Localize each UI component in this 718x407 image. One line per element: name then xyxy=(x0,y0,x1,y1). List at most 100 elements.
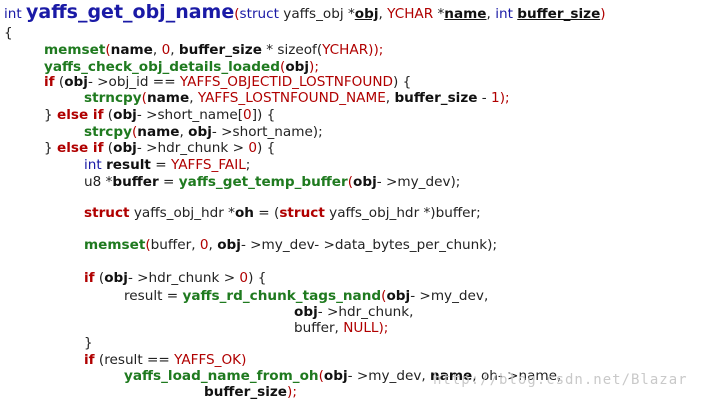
code-token: ) xyxy=(241,352,247,368)
code-line-7: } else if (obj- >short_name[0]) { xyxy=(44,107,275,124)
code-token: obj xyxy=(217,237,241,253)
code-token: YCHAR xyxy=(387,6,434,22)
code-token: ( xyxy=(103,140,114,156)
code-token: obj xyxy=(64,74,88,90)
code-token: * xyxy=(433,6,445,22)
code-token: * xyxy=(347,6,355,22)
code-line-3: memset(name, 0, buffer_size * sizeof(YCH… xyxy=(44,42,383,59)
code-token: struct xyxy=(279,205,325,221)
code-token: , xyxy=(152,42,162,58)
code-token: , xyxy=(189,90,198,106)
code-token: , xyxy=(208,237,218,253)
code-token: oh xyxy=(234,205,254,221)
code-token: 0 xyxy=(161,42,171,58)
code-token: struct xyxy=(239,6,279,22)
code-token: ); xyxy=(378,320,389,336)
code-line-20: buffer, NULL); xyxy=(294,320,388,337)
code-token: ; xyxy=(245,157,251,173)
code-token: ); xyxy=(287,384,297,400)
code-token: obj xyxy=(323,368,348,384)
code-token: { xyxy=(4,25,13,41)
code-line-1: int yaffs_get_obj_name(struct yaffs_obj … xyxy=(4,0,606,24)
code-token: - >my_dev, xyxy=(410,288,489,304)
code-token: - >short_name); xyxy=(211,124,323,140)
code-view: int yaffs_get_obj_name(struct yaffs_obj … xyxy=(0,0,718,407)
code-line-18: result = yaffs_rd_chunk_tags_nand(obj- >… xyxy=(124,288,488,305)
code-token: = xyxy=(158,174,179,190)
code-token: if xyxy=(84,270,95,286)
code-token: YAFFS_LOSTNFOUND_NAME xyxy=(197,90,386,106)
code-token: - >my_dev); xyxy=(376,174,461,190)
code-token: = xyxy=(150,157,171,173)
code-token: if xyxy=(44,74,55,90)
code-token: - >hdr_chunk > xyxy=(127,270,240,286)
code-token: ) { xyxy=(392,74,412,90)
code-token: strncpy xyxy=(84,90,142,106)
code-token: memset xyxy=(84,237,146,253)
code-token: name xyxy=(444,6,487,22)
code-token: , xyxy=(170,42,179,58)
code-token: } xyxy=(84,335,93,351)
code-token: int xyxy=(84,157,102,173)
code-token: ); xyxy=(309,59,319,75)
code-token: obj xyxy=(104,270,128,286)
code-token: int xyxy=(4,6,27,22)
code-token: u8 * xyxy=(84,174,113,190)
code-token: ( xyxy=(94,270,105,286)
code-token: else if xyxy=(56,140,104,156)
code-line-13: struct yaffs_obj_hdr *oh = (struct yaffs… xyxy=(84,205,481,222)
code-token: 0 xyxy=(248,140,257,156)
code-token: = ( xyxy=(253,205,280,221)
code-token: YAFFS_FAIL xyxy=(170,157,246,173)
code-token: - >my_dev- >data_bytes_per_chunk); xyxy=(240,237,498,253)
code-token: obj xyxy=(188,124,212,140)
code-token: yaffs_obj_hdr * xyxy=(129,205,235,221)
code-token: name xyxy=(137,124,180,140)
code-token: - >hdr_chunk > xyxy=(136,140,249,156)
code-token: ); xyxy=(499,90,510,106)
code-token: } xyxy=(44,107,57,123)
code-token: buffer, xyxy=(150,237,200,253)
code-token: yaffs_obj xyxy=(278,6,348,22)
code-token: ]) { xyxy=(251,107,276,123)
code-line-8: strcpy(name, obj- >short_name); xyxy=(84,124,323,141)
code-line-22: if (result == YAFFS_OK) xyxy=(84,352,246,369)
code-token: YAFFS_OBJECTID_LOSTNFOUND xyxy=(179,74,393,90)
code-line-19: obj- >hdr_chunk, xyxy=(294,304,414,321)
code-token: memset xyxy=(44,42,106,58)
code-token: obj xyxy=(113,140,137,156)
code-token: , xyxy=(378,6,388,22)
code-token: obj xyxy=(294,304,318,320)
code-token: - xyxy=(477,90,492,106)
code-token: 0 xyxy=(243,107,252,123)
code-token: if xyxy=(84,352,95,368)
code-token: 0 xyxy=(199,237,209,253)
code-token: ) { xyxy=(256,140,276,156)
code-line-15: memset(buffer, 0, obj- >my_dev- >data_by… xyxy=(84,237,497,254)
code-line-24: buffer_size); xyxy=(204,384,297,401)
code-token: name xyxy=(110,42,153,58)
code-token: struct xyxy=(84,205,130,221)
code-line-17: if (obj- >hdr_chunk > 0) { xyxy=(84,270,266,287)
code-line-5: if (obj- >obj_id == YAFFS_OBJECTID_LOSTN… xyxy=(44,74,411,91)
code-token: ) { xyxy=(248,270,267,286)
code-token: , xyxy=(486,6,496,22)
code-token: int xyxy=(495,6,513,22)
code-token: ( xyxy=(54,74,65,90)
code-token: * sizeof( xyxy=(261,42,323,58)
code-token: obj xyxy=(113,107,137,123)
code-token: buffer xyxy=(112,174,159,190)
code-token: yaffs_load_name_from_oh xyxy=(124,368,319,384)
code-line-10: int result = YAFFS_FAIL; xyxy=(84,157,250,174)
code-token: buffer_size xyxy=(178,42,262,58)
code-token: buffer, xyxy=(294,320,344,336)
code-token: else if xyxy=(56,107,104,123)
code-token: obj xyxy=(285,59,310,75)
code-token: - >obj_id == xyxy=(87,74,180,90)
code-line-11: u8 *buffer = yaffs_get_temp_buffer(obj- … xyxy=(84,174,460,191)
code-token: obj xyxy=(353,174,377,190)
code-token: yaffs_rd_chunk_tags_nand xyxy=(182,288,382,304)
code-line-9: } else if (obj- >hdr_chunk > 0) { xyxy=(44,140,275,157)
code-token: NULL xyxy=(343,320,379,336)
watermark-url: http://blog.csdn.net/Blazar xyxy=(433,372,688,388)
